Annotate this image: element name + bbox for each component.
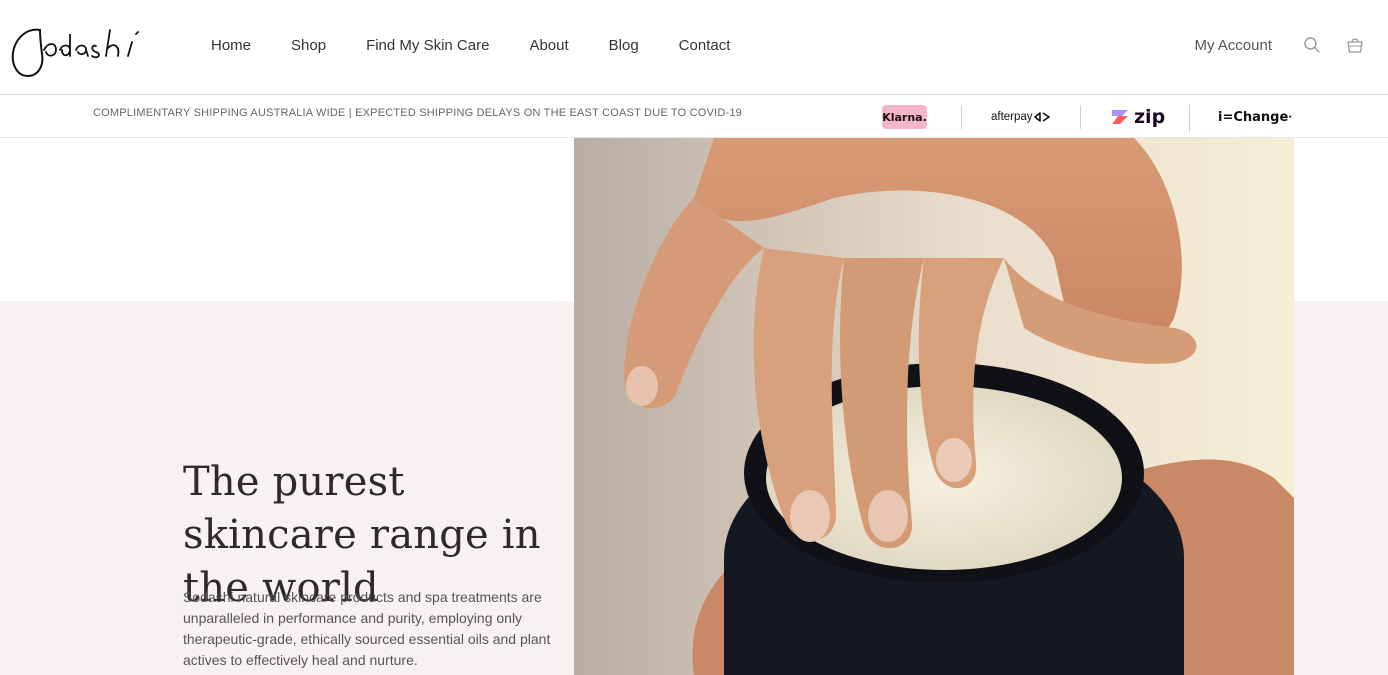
main-nav: Home Shop Find My Skin Care About Blog C… (191, 0, 750, 90)
nav-item-find-my-skin-care[interactable]: Find My Skin Care (346, 37, 509, 54)
site-header: Home Shop Find My Skin Care About Blog C… (0, 0, 1388, 94)
divider (1080, 105, 1081, 129)
hero-description: Sodashi natural skincare products and sp… (183, 589, 551, 668)
zip-logo[interactable]: zip (1110, 105, 1165, 129)
zip-label: zip (1134, 106, 1166, 128)
search-icon[interactable] (1302, 35, 1322, 55)
sodashi-logo-script (11, 28, 139, 78)
shipping-notice: COMPLIMENTARY SHIPPING AUSTRALIA WIDE | … (93, 107, 743, 119)
header-actions: My Account (1194, 0, 1388, 90)
ichange-logo[interactable]: i=Change • (1218, 105, 1292, 129)
divider (1189, 106, 1190, 132)
sodashi-logo[interactable] (10, 20, 150, 80)
nav-item-about[interactable]: About (509, 37, 588, 54)
afterpay-logo[interactable]: afterpay (991, 105, 1050, 129)
divider (961, 105, 962, 129)
hero-image-hand-in-cream-jar (574, 138, 1294, 675)
nav-item-blog[interactable]: Blog (589, 37, 659, 54)
basket-icon[interactable] (1345, 35, 1365, 55)
nav-item-shop[interactable]: Shop (271, 37, 346, 54)
ichange-label: i=Change (1218, 109, 1289, 125)
afterpay-label: afterpay (991, 111, 1033, 123)
nav-item-contact[interactable]: Contact (659, 37, 751, 54)
afterpay-arrows-icon (1033, 112, 1050, 122)
klarna-logo[interactable]: Klarna. (882, 105, 927, 129)
nav-item-home[interactable]: Home (191, 37, 271, 54)
zip-mark-icon (1110, 108, 1130, 126)
hero-photo-illustration (574, 138, 1294, 675)
hero-right-gap (1294, 138, 1388, 301)
my-account-link[interactable]: My Account (1194, 37, 1272, 54)
shipping-info-bar: COMPLIMENTARY SHIPPING AUSTRALIA WIDE | … (0, 94, 1388, 138)
